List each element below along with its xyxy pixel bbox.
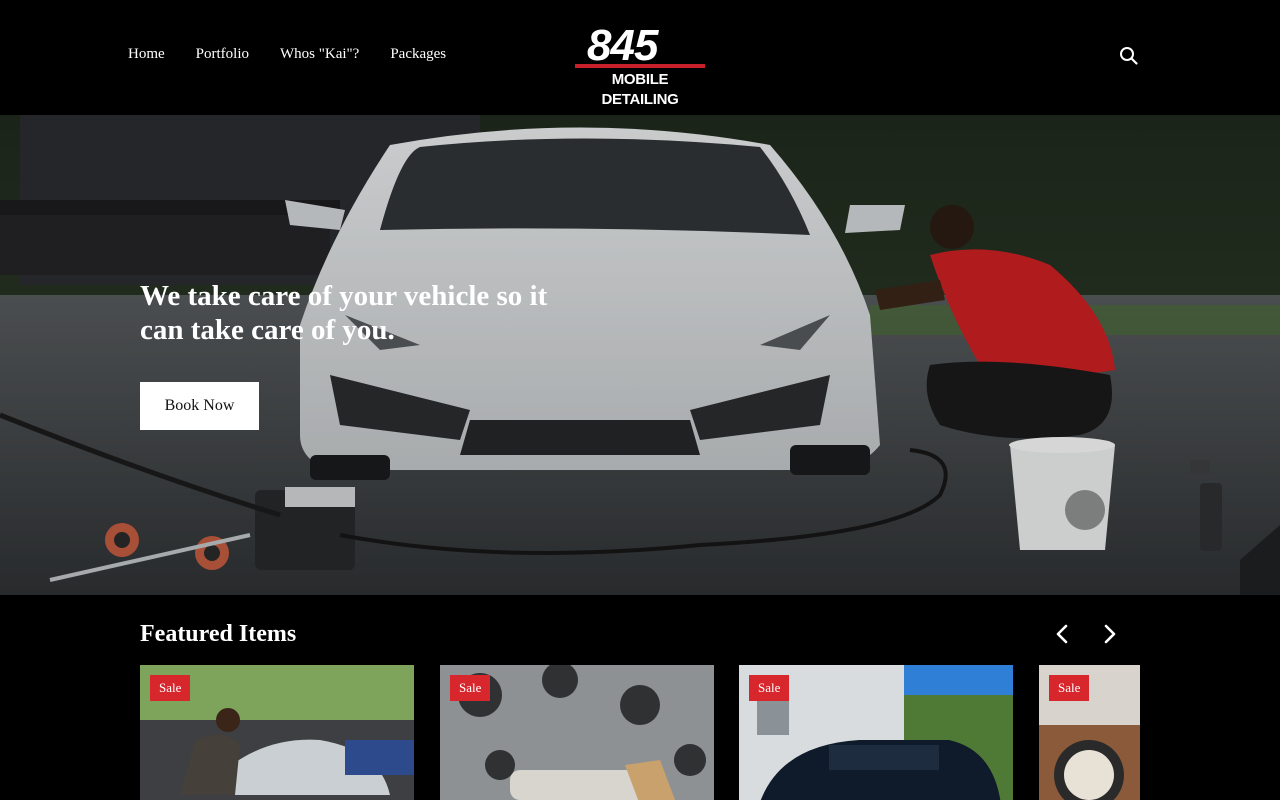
sale-badge: Sale bbox=[749, 675, 790, 701]
sale-badge: Sale bbox=[150, 675, 191, 701]
featured-items-section: Featured Items Sale Sale Sale Sale bbox=[0, 595, 1280, 800]
logo-accent-bar bbox=[575, 64, 705, 68]
nav-portfolio[interactable]: Portfolio bbox=[196, 46, 249, 63]
product-card[interactable]: Sale bbox=[1039, 665, 1140, 800]
search-icon[interactable] bbox=[1119, 46, 1139, 66]
logo-number: 845 bbox=[587, 21, 658, 70]
hero-banner: We take care of your vehicle so it can t… bbox=[0, 115, 1280, 595]
chevron-left-icon[interactable] bbox=[1052, 623, 1072, 645]
product-card[interactable]: Sale bbox=[739, 665, 1013, 800]
nav-whos-kai[interactable]: Whos "Kai"? bbox=[280, 46, 359, 63]
featured-items-title: Featured Items bbox=[140, 621, 297, 647]
logo-text: MOBILE DETAILING bbox=[601, 71, 679, 108]
product-card[interactable]: Sale bbox=[440, 665, 714, 800]
site-logo[interactable]: 845 MOBILE DETAILING bbox=[573, 21, 707, 108]
book-now-button[interactable]: Book Now bbox=[140, 382, 259, 430]
hero-title: We take care of your vehicle so it can t… bbox=[140, 280, 548, 346]
nav-home[interactable]: Home bbox=[128, 46, 165, 63]
hero-overlay bbox=[0, 115, 1280, 595]
site-header: Home Portfolio Whos "Kai"? Packages 845 … bbox=[0, 0, 1280, 115]
chevron-right-icon[interactable] bbox=[1100, 623, 1120, 645]
product-card[interactable]: Sale bbox=[140, 665, 414, 800]
featured-carousel: Sale Sale Sale Sale bbox=[140, 665, 1140, 800]
nav-packages[interactable]: Packages bbox=[390, 46, 446, 63]
sale-badge: Sale bbox=[450, 675, 491, 701]
main-nav: Home Portfolio Whos "Kai"? Packages bbox=[128, 46, 477, 63]
sale-badge: Sale bbox=[1049, 675, 1090, 701]
